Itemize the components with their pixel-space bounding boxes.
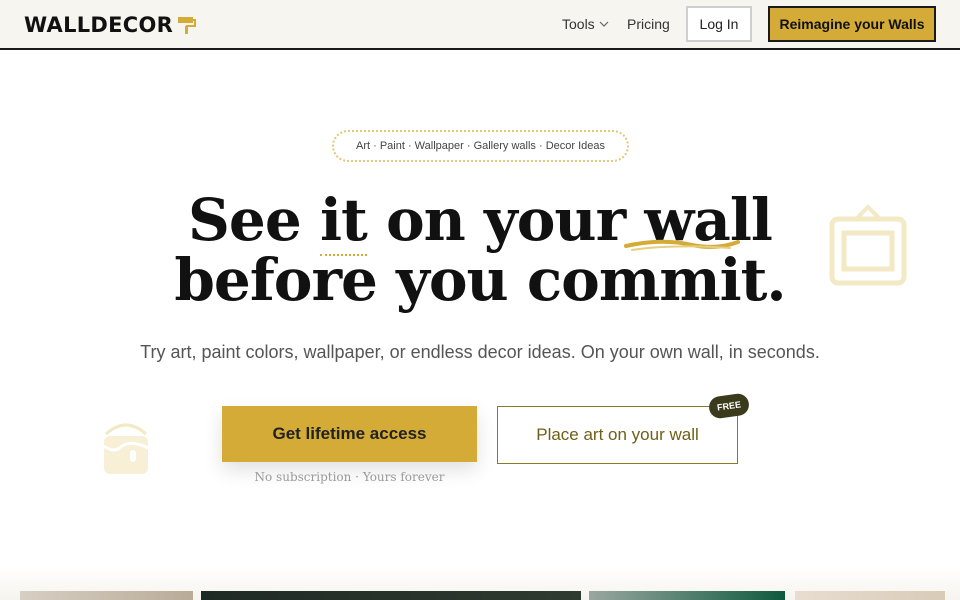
login-button[interactable]: Log In: [686, 6, 752, 42]
nav-tools-label: Tools: [562, 16, 595, 32]
hero-headline: See it on your wall before you commit.: [0, 186, 960, 314]
chevron-down-icon: [599, 21, 609, 27]
category-pill: Art · Paint · Wallpaper · Gallery walls …: [332, 130, 629, 162]
free-badge: FREE: [707, 392, 751, 420]
gallery-image: [201, 591, 581, 600]
logo[interactable]: WALLDECOR: [24, 12, 197, 38]
place-art-button[interactable]: Place art on your wall: [497, 406, 738, 464]
headline-word: See: [188, 186, 302, 254]
get-lifetime-access-button[interactable]: Get lifetime access: [222, 406, 477, 462]
gallery-image: [589, 591, 785, 600]
gallery-image: [20, 591, 193, 600]
hero-subhead: Try art, paint colors, wallpaper, or end…: [140, 342, 820, 362]
logo-text: WALLDECOR: [24, 13, 174, 37]
headline-line-1: See it on your wall: [0, 186, 960, 256]
nav-pricing-link[interactable]: Pricing: [627, 16, 670, 32]
headline-line-2: before you commit.: [174, 246, 786, 314]
paint-bucket-icon: [103, 423, 149, 474]
paint-roller-icon: [178, 17, 197, 34]
site-header: WALLDECOR Tools Pricing Log In Reimagine…: [0, 0, 960, 50]
underline-squiggle: [624, 239, 740, 251]
gallery-image: [795, 591, 945, 600]
reimagine-walls-button[interactable]: Reimagine your Walls: [768, 6, 936, 42]
headline-word: on your: [385, 186, 626, 254]
nav-tools-dropdown[interactable]: Tools: [562, 16, 609, 32]
no-subscription-note: No subscription · Yours forever: [254, 470, 445, 484]
